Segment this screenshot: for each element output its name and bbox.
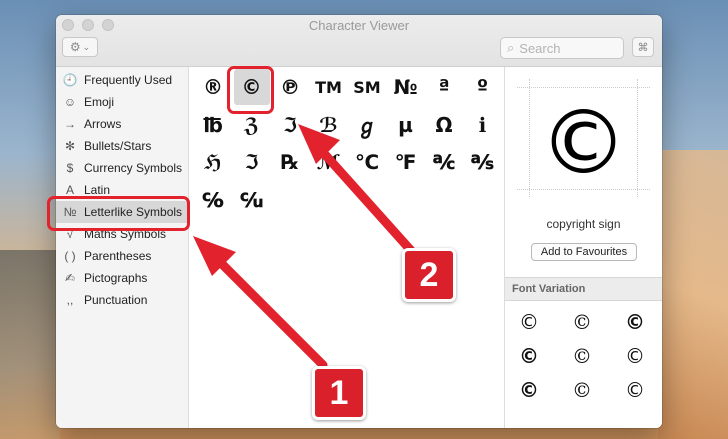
annotation-badge-2: 2 <box>402 248 456 302</box>
arrow-to-character <box>307 135 420 260</box>
annotation-badge-1: 1 <box>312 366 366 420</box>
arrow-to-sidebar <box>201 243 328 370</box>
